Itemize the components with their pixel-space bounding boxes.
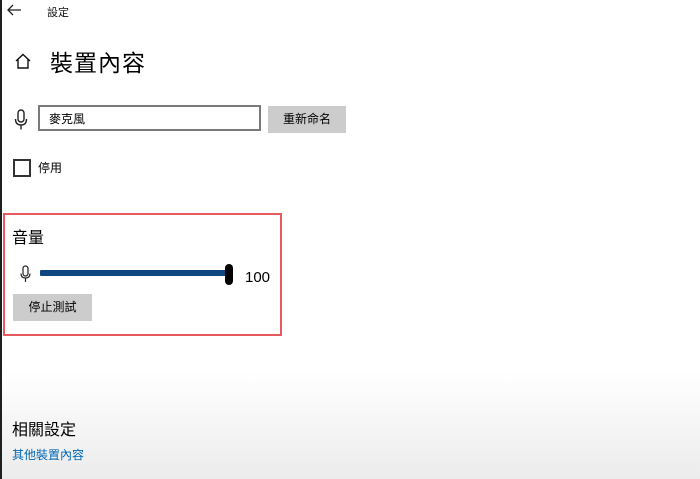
microphone-icon bbox=[14, 109, 28, 130]
device-name-input[interactable] bbox=[38, 105, 261, 131]
other-device-properties-link[interactable]: 其他裝置內容 bbox=[12, 446, 84, 463]
home-icon[interactable] bbox=[14, 52, 32, 70]
disable-checkbox[interactable] bbox=[13, 159, 31, 177]
related-settings-title: 相關設定 bbox=[12, 420, 77, 439]
rename-button[interactable]: 重新命名 bbox=[268, 106, 346, 133]
volume-slider-track[interactable] bbox=[40, 270, 229, 276]
microphone-icon bbox=[20, 265, 31, 282]
volume-title: 音量 bbox=[12, 228, 45, 247]
stop-test-button[interactable]: 停止測試 bbox=[13, 294, 92, 321]
volume-value: 100 bbox=[245, 269, 271, 286]
back-arrow-icon[interactable] bbox=[6, 3, 22, 17]
disable-label: 停用 bbox=[38, 161, 63, 175]
bottom-gradient bbox=[2, 372, 700, 479]
volume-slider-thumb[interactable] bbox=[225, 264, 233, 285]
page-title: 裝置內容 bbox=[50, 51, 146, 77]
window-title: 設定 bbox=[47, 6, 69, 19]
